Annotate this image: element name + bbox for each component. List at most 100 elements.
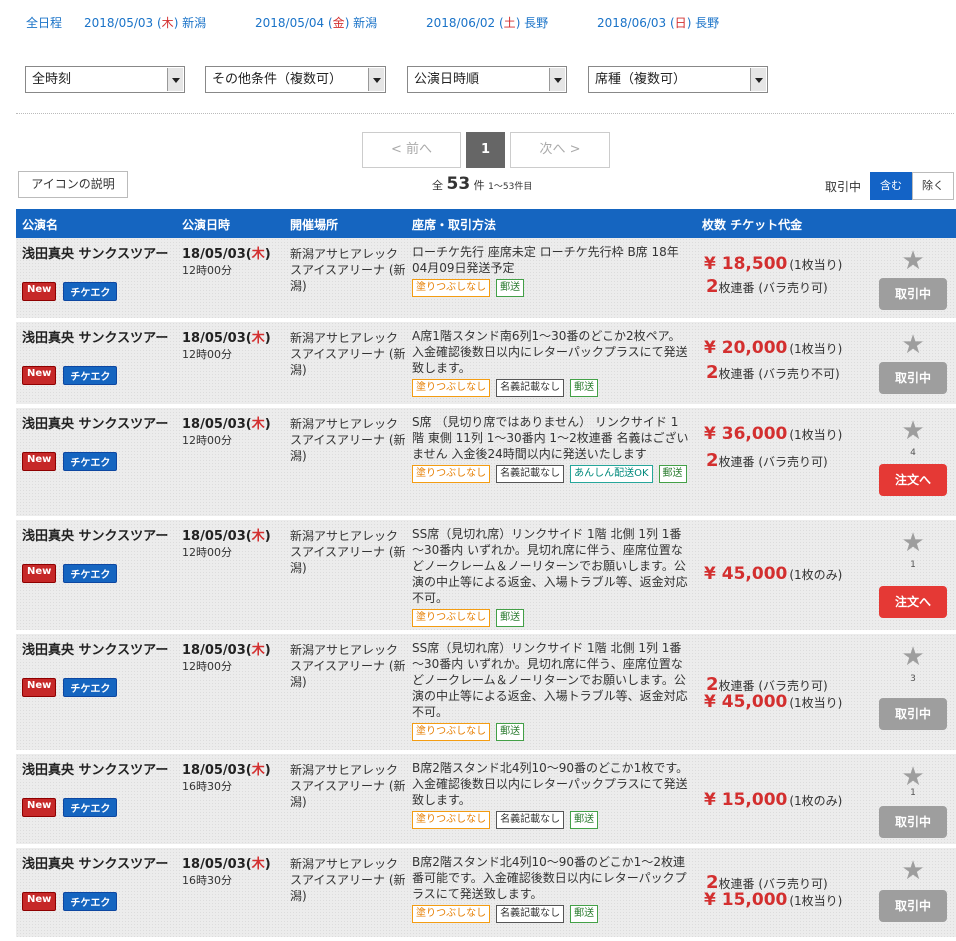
ticket-check-badge: チケエク [63,366,118,385]
col-seat: 座席・取引方法 [412,218,497,232]
row-action-button[interactable]: 取引中 [879,806,947,838]
ticket-check-badge: チケエク [63,452,118,471]
date-filter-0603[interactable]: 2018/06/03 (日) 長野 [597,14,768,34]
quantity: 2枚連番 (バラ売り不可) [706,362,840,383]
pager-current-page[interactable]: 1 [466,132,505,168]
other-conditions-select[interactable]: その他条件（複数可） [205,66,386,93]
event-title[interactable]: 浅田真央 サンクスツアー [22,246,172,263]
row-action-button[interactable]: 取引中 [879,278,947,310]
include-toggle[interactable]: 含む [870,172,912,200]
star-icon[interactable]: ★ [900,332,926,358]
row-action-button[interactable]: 取引中 [879,698,947,730]
badges: New チケエク [22,678,118,697]
venue: 新潟アサヒアレックスアイスアリーナ (新潟) [290,643,406,689]
time-select[interactable]: 全時刻 [25,66,185,93]
table-row[interactable]: 浅田真央 サンクスツアー New チケエク 18/05/03(木) 16時30分 新潟アサ… [16,754,956,846]
icon-legend-button[interactable]: アイコンの説明 [18,171,128,198]
favorite-count: 1 [910,788,916,798]
table-row[interactable]: 浅田真央 サンクスツアー New チケエク 18/05/03(木) 12時00分 新潟アサ… [16,322,956,406]
col-datetime: 公演日時 [182,218,231,232]
badges: New チケエク [22,892,118,911]
star-icon[interactable]: ★ [900,418,926,444]
ticket-check-badge: チケエク [63,892,118,911]
favorite-count: 4 [910,448,916,458]
date-filter-bar: 全日程 2018/05/03 (木) 新潟 2018/05/04 (金) 新潟 … [26,14,768,34]
chevron-down-icon [750,68,766,91]
event-title[interactable]: 浅田真央 サンクスツアー [22,856,172,873]
star-icon[interactable]: ★ [900,858,926,884]
seat-description: SS席（見切れ席）リンクサイド 1階 北側 1列 1番～30番内 いずれか。見切… [412,640,690,741]
new-badge: New [22,564,57,583]
table-row[interactable]: 浅田真央 サンクスツアー New チケエク 18/05/03(木) 16時30分 新潟アサ… [16,848,956,939]
chevron-down-icon [549,68,565,91]
star-icon[interactable]: ★ [900,248,926,274]
tag-bk: 名義記載なし [496,465,565,483]
tag-bk: 名義記載なし [496,811,565,829]
col-qty-price: 枚数 チケット代金 [702,218,803,232]
badges: New チケエク [22,798,118,817]
tag-bk: 名義記載なし [496,379,565,397]
tag-list: 塗りつぶしなし 名義記載なし 郵送 [412,811,690,829]
badges: New チケエク [22,564,118,583]
event-date: 18/05/03(木) [182,417,271,432]
event-time: 12時00分 [182,546,232,559]
tag-gr: 郵送 [496,609,525,627]
row-action-button[interactable]: 注文へ [879,586,947,618]
exclude-toggle[interactable]: 除く [912,172,954,200]
sort-select[interactable]: 公演日時順 [407,66,567,93]
tag-gr: 郵送 [496,723,525,741]
date-filter-0602[interactable]: 2018/06/02 (土) 長野 [426,14,597,34]
price: ¥ 36,000 (1枚当り) [704,424,843,444]
date-filter-0504[interactable]: 2018/05/04 (金) 新潟 [255,14,426,34]
pager-prev-button[interactable]: < 前へ [362,132,461,168]
tag-or: 塗りつぶしなし [412,723,491,741]
table-header: 公演名 公演日時 開催場所 座席・取引方法 枚数 チケット代金 [16,209,956,238]
seat-description: B席2階スタンド北4列10～90番のどこか1～2枚連番可能です。入金確認後数日以… [412,854,690,923]
divider [16,113,954,114]
event-title[interactable]: 浅田真央 サンクスツアー [22,528,172,545]
event-time: 16時30分 [182,874,232,887]
table-row[interactable]: 浅田真央 サンクスツアー New チケエク 18/05/03(木) 12時00分 新潟アサ… [16,238,956,320]
date-filter-all[interactable]: 全日程 [26,14,84,34]
pager-next-button[interactable]: 次へ > [510,132,610,168]
price: ¥ 18,500 (1枚当り) [704,254,843,274]
event-title[interactable]: 浅田真央 サンクスツアー [22,642,172,659]
chevron-down-icon [167,68,183,91]
event-date: 18/05/03(木) [182,529,271,544]
star-icon[interactable]: ★ [900,764,926,790]
venue: 新潟アサヒアレックスアイスアリーナ (新潟) [290,417,406,463]
new-badge: New [22,892,57,911]
tag-list: 塗りつぶしなし 郵送 [412,279,690,297]
tag-or: 塗りつぶしなし [412,609,491,627]
tag-gr: 郵送 [496,279,525,297]
tag-or: 塗りつぶしなし [412,379,491,397]
star-icon[interactable]: ★ [900,530,926,556]
event-title[interactable]: 浅田真央 サンクスツアー [22,416,172,433]
event-time: 12時00分 [182,660,232,673]
price: ¥ 15,000 (1枚当り) [704,890,843,910]
table-row[interactable]: 浅田真央 サンクスツアー New チケエク 18/05/03(木) 12時00分 新潟アサ… [16,634,956,752]
new-badge: New [22,282,57,301]
badges: New チケエク [22,452,118,471]
tag-list: 塗りつぶしなし 名義記載なし 郵送 [412,905,690,923]
tag-list: 塗りつぶしなし 郵送 [412,723,690,741]
favorite-count: 3 [910,674,916,684]
table-row[interactable]: 浅田真央 サンクスツアー New チケエク 18/05/03(木) 12時00分 新潟アサ… [16,408,956,518]
time-select-value: 全時刻 [32,72,72,87]
other-conditions-value: その他条件（複数可） [212,72,343,87]
row-action-button[interactable]: 取引中 [879,890,947,922]
date-filter-0503[interactable]: 2018/05/03 (木) 新潟 [84,14,255,34]
tag-gr: 郵送 [570,905,599,923]
price: ¥ 15,000 (1枚のみ) [704,790,843,810]
event-date: 18/05/03(木) [182,763,271,778]
seat-type-select[interactable]: 席種（複数可） [588,66,768,93]
event-title[interactable]: 浅田真央 サンクスツアー [22,330,172,347]
star-icon[interactable]: ★ [900,644,926,670]
event-title[interactable]: 浅田真央 サンクスツアー [22,762,172,779]
row-action-button[interactable]: 注文へ [879,464,947,496]
price: ¥ 20,000 (1枚当り) [704,338,843,358]
table-row[interactable]: 浅田真央 サンクスツアー New チケエク 18/05/03(木) 12時00分 新潟アサ… [16,520,956,632]
badges: New チケエク [22,366,118,385]
row-action-button[interactable]: 取引中 [879,362,947,394]
tag-list: 塗りつぶしなし 名義記載なし あんしん配送OK 郵送 [412,465,690,483]
